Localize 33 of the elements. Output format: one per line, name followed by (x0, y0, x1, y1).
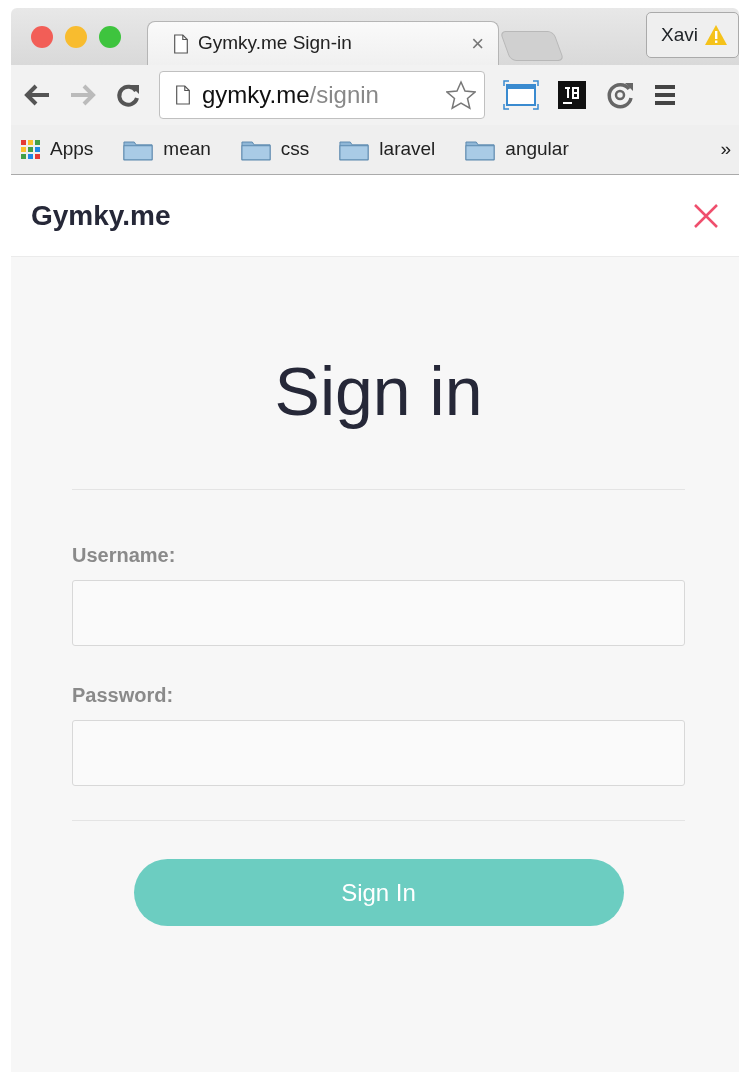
bookmark-item[interactable]: laravel (339, 135, 436, 164)
page-icon (172, 32, 190, 55)
bookmark-item[interactable]: mean (123, 135, 211, 164)
window-control-button[interactable] (99, 25, 121, 48)
browser-tab[interactable]: Gymky.me Sign-in × (147, 21, 499, 65)
star-icon[interactable] (446, 80, 476, 110)
close-icon[interactable] (693, 202, 719, 229)
reload-icon[interactable] (115, 82, 141, 108)
site-brand: Gymky.me (31, 198, 171, 233)
input-field[interactable] (72, 580, 685, 646)
url-text: gymky.me/signin (202, 80, 380, 110)
page-icon (174, 84, 192, 106)
address-bar[interactable]: gymky.me/signin (159, 71, 485, 119)
apps-icon (21, 140, 40, 159)
sync-icon[interactable] (605, 80, 635, 110)
warning-icon (704, 24, 728, 46)
folder-icon (339, 138, 370, 161)
tab-close-button[interactable]: × (471, 32, 484, 55)
input-field[interactable] (72, 720, 685, 786)
menu-icon[interactable] (653, 83, 677, 107)
field-label: Password: (72, 683, 175, 708)
profile-button[interactable]: Xavi (646, 12, 739, 58)
field-label: Username: (72, 543, 177, 568)
folder-icon (465, 138, 496, 161)
folder-icon (240, 138, 271, 161)
bookmark-item[interactable]: Apps (21, 135, 94, 164)
extension-icon[interactable] (557, 80, 587, 110)
bookmarks-overflow-button[interactable]: » (720, 135, 731, 164)
bookmark-item[interactable]: angular (465, 135, 569, 164)
folder-icon (123, 138, 154, 161)
window-control-button[interactable] (31, 25, 53, 48)
bookmark-item[interactable]: css (240, 135, 310, 164)
back-icon[interactable] (23, 83, 51, 107)
